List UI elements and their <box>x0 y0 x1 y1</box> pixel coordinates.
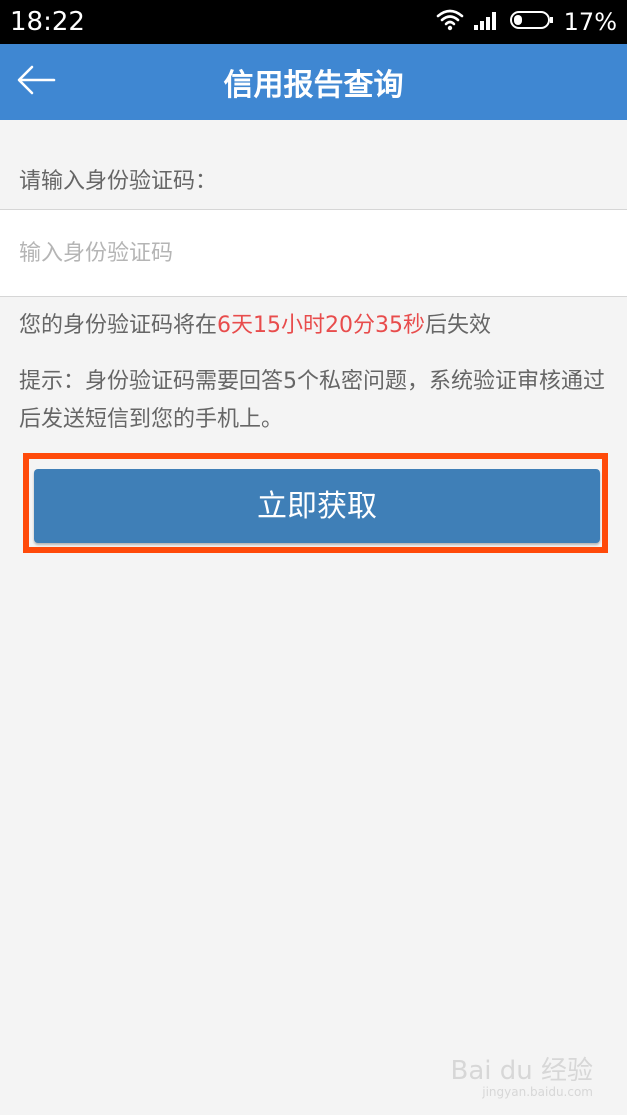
expiry-prefix: 您的身份验证码将在 <box>19 313 218 338</box>
wifi-icon <box>436 9 464 35</box>
page-title: 信用报告查询 <box>223 68 404 103</box>
get-now-button[interactable]: 立即获取 <box>34 469 600 543</box>
status-time: 18:22 <box>10 7 85 37</box>
status-bar: 18:22 17% <box>0 0 627 44</box>
expiry-notice: 您的身份验证码将在6天15小时20分35秒后失效 <box>19 310 491 342</box>
app-bar: 信用报告查询 <box>0 44 627 120</box>
watermark: Bai du 经验 jingyan.baidu.com <box>450 1057 593 1099</box>
expiry-countdown: 6天15小时20分35秒 <box>217 313 425 338</box>
expiry-suffix: 后失效 <box>425 313 492 338</box>
code-input-label: 请输入身份验证码： <box>19 169 218 194</box>
signal-icon <box>473 10 500 34</box>
verification-code-input[interactable] <box>19 210 609 296</box>
status-icons: 17% <box>436 6 617 38</box>
code-input-row <box>0 209 627 297</box>
back-button[interactable] <box>12 58 60 106</box>
watermark-text: Bai du 经验 <box>450 1056 593 1086</box>
battery-percentage: 17% <box>563 8 617 36</box>
back-arrow-icon <box>16 64 56 100</box>
hint-text: 提示：身份验证码需要回答5个私密问题，系统验证审核通过后发送短信到您的手机上。 <box>19 369 605 432</box>
watermark-sub: jingyan.baidu.com <box>482 1085 593 1099</box>
battery-icon <box>509 10 554 34</box>
